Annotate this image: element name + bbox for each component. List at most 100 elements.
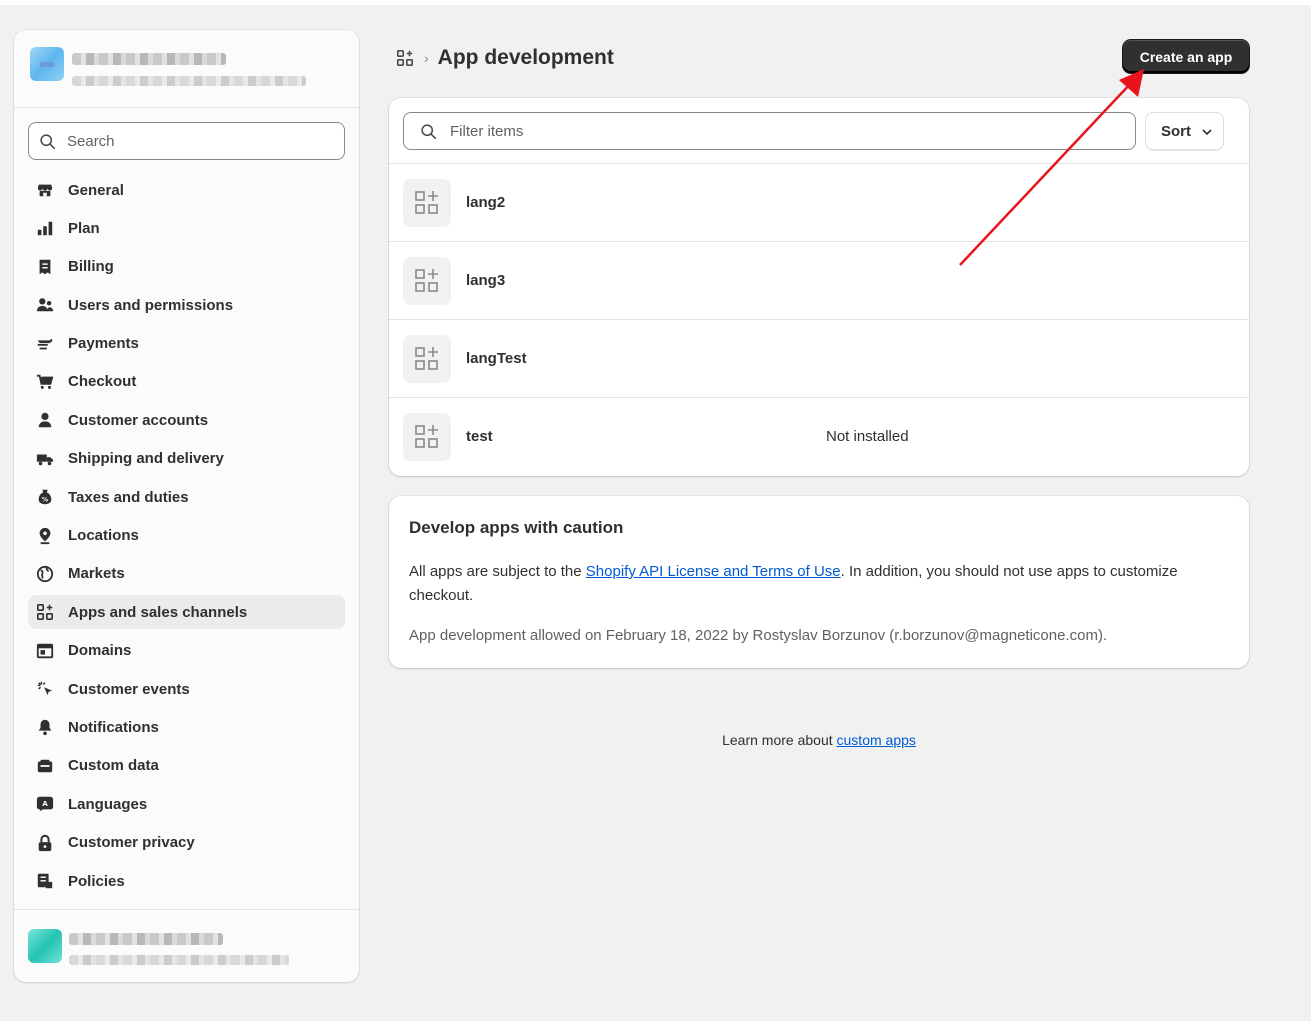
sidebar-item-label: Shipping and delivery [68,450,224,468]
custom-apps-link[interactable]: custom apps [837,732,916,748]
sidebar-item-apps[interactable]: Apps and sales channels [28,595,345,630]
app-row[interactable]: langTest [389,320,1249,398]
app-placeholder-icon [415,425,438,448]
dev-allowed-meta: App development allowed on February 18, … [409,627,1108,644]
sidebar-item-plan[interactable]: Plan [28,211,345,245]
sidebar-item-users[interactable]: Users and permissions [28,288,345,322]
caution-text: All apps are subject to the Shopify API … [409,560,1229,608]
page-title: App development [437,46,614,69]
learn-more: Learn more about custom apps [389,732,1249,748]
settings-nav: General Plan Billing Users and permissio… [28,173,345,902]
lock-icon [38,834,52,851]
app-name: test [466,428,493,445]
apps-icon[interactable] [396,49,414,67]
sidebar-item-label: Markets [68,565,125,583]
apps-icon [36,604,54,621]
settings-search-input[interactable]: Search [28,122,345,160]
app-thumbnail [403,179,451,227]
caution-title: Develop apps with caution [409,518,624,537]
tax-icon: % [38,489,52,505]
app-thumbnail [403,413,451,461]
sidebar-item-label: Plan [68,219,100,237]
sidebar-item-policies[interactable]: Policies [28,864,345,898]
store-icon [37,184,53,197]
app-thumbnail [403,257,451,305]
app-thumbnail [403,335,451,383]
sidebar-item-label: Users and permissions [68,296,234,314]
api-license-link[interactable]: Shopify API License and Terms of Use [586,563,841,580]
app-name: langTest [466,350,527,367]
app-name: lang3 [466,272,506,289]
sidebar-item-custom-data[interactable]: Custom data [28,749,345,783]
globe-icon [36,565,54,583]
sidebar-item-label: Languages [68,795,148,813]
app-row[interactable]: test Not installed [389,398,1249,476]
sidebar-item-label: Payments [68,335,139,353]
sidebar-item-label: Checkout [68,373,137,391]
payments-icon [37,338,53,349]
sidebar-item-payments[interactable]: Payments [28,327,345,361]
sidebar-item-notifications[interactable]: Notifications [28,710,345,744]
breadcrumb: › App development [396,44,614,72]
user-name-redacted [69,933,223,945]
sidebar-item-billing[interactable]: Billing [28,250,345,284]
sidebar-item-shipping[interactable]: Shipping and delivery [28,442,345,476]
learn-more-text: Learn more about [722,732,837,748]
app-placeholder-icon [415,269,438,292]
svg-text:%: % [42,497,49,504]
filter-bar: Filter items Sort [389,98,1249,164]
language-icon: A [36,797,54,812]
store-switcher[interactable] [14,30,359,108]
billing-icon [39,259,51,274]
caution-card: Develop apps with caution All apps are s… [389,496,1249,668]
app-placeholder-icon [415,191,438,214]
sidebar-item-label: Custom data [68,757,159,775]
users-icon [36,298,54,312]
sidebar-item-label: Customer privacy [68,834,195,852]
app-row[interactable]: lang2 [389,164,1249,242]
truck-icon [36,454,54,466]
sidebar-item-markets[interactable]: Markets [28,557,345,591]
custom-data-icon [37,759,53,773]
sidebar-item-label: Policies [68,872,125,890]
user-menu[interactable] [14,909,359,982]
bell-icon [38,720,52,736]
svg-text:A: A [42,799,48,808]
sidebar-item-general[interactable]: General [28,173,345,207]
chevron-down-icon [1202,129,1212,136]
cursor-icon [37,681,53,696]
user-email-redacted [69,955,289,965]
sidebar-item-label: Locations [68,527,139,545]
sidebar-item-label: Apps and sales channels [68,603,248,621]
filter-placeholder: Filter items [450,122,524,140]
sidebar-item-languages[interactable]: A Languages [28,787,345,821]
sidebar-item-domains[interactable]: Domains [28,634,345,668]
store-avatar [30,47,64,81]
store-url-redacted [72,76,306,86]
sidebar-item-label: Billing [68,258,114,276]
domains-icon [36,643,54,658]
sidebar-item-taxes[interactable]: % Taxes and duties [28,480,345,514]
chevron-right-icon: › [424,50,429,66]
caution-text-before: All apps are subject to the [409,563,586,580]
settings-sidebar: Search General Plan Billing Users and pe… [14,30,359,982]
policies-icon [37,873,53,889]
search-icon [40,134,56,150]
search-placeholder: Search [67,132,115,150]
sidebar-item-customer-accounts[interactable]: Customer accounts [28,403,345,437]
app-status: Not installed [826,428,909,445]
filter-input[interactable]: Filter items [403,112,1136,150]
create-app-button[interactable]: Create an app [1123,40,1249,73]
sidebar-item-locations[interactable]: Locations [28,519,345,553]
sidebar-item-label: Domains [68,642,132,660]
sidebar-item-label: Notifications [68,718,159,736]
app-row[interactable]: lang3 [389,242,1249,320]
sidebar-item-privacy[interactable]: Customer privacy [28,826,345,860]
sort-button[interactable]: Sort [1145,112,1224,150]
app-name: lang2 [466,194,506,211]
plan-icon [37,222,53,236]
store-name-redacted [72,53,226,65]
sidebar-item-label: Customer accounts [68,411,209,429]
sidebar-item-customer-events[interactable]: Customer events [28,672,345,706]
sidebar-item-checkout[interactable]: Checkout [28,365,345,399]
